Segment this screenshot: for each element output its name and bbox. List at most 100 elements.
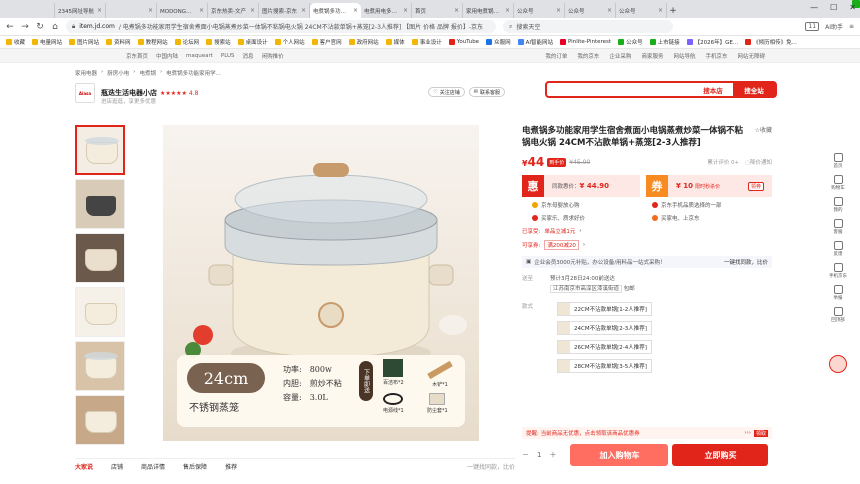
sidebar-item[interactable]: 举报	[833, 285, 843, 301]
jd-topbar-link[interactable]: 京东首页	[126, 52, 148, 60]
breadcrumb-item[interactable]: 家用电器	[75, 69, 97, 77]
contact-service-button[interactable]: ✉ 联系客服	[468, 87, 505, 97]
bookmark-item[interactable]: 《倾历相传》免...	[745, 38, 797, 46]
jd-topbar-link[interactable]: 手机京东	[705, 52, 727, 60]
quantity-value[interactable]: 1	[537, 451, 541, 459]
back-icon[interactable]: ←	[6, 22, 14, 32]
bookmark-item[interactable]: 电量网站	[32, 38, 62, 46]
detail-tab[interactable]: 售后保障	[183, 462, 207, 472]
bookmark-item[interactable]: 论坛网	[174, 38, 199, 46]
jd-topbar-link[interactable]: 我的订单	[545, 52, 567, 60]
tab-close-icon[interactable]: ×	[607, 7, 612, 14]
bookmark-item[interactable]: 媒体	[385, 38, 405, 46]
jd-topbar-link[interactable]: 网站导航	[673, 52, 695, 60]
review-count[interactable]: 累计评价 0+	[707, 158, 739, 166]
tab-close-icon[interactable]: ×	[505, 7, 510, 14]
browser-tab[interactable]: 图片搜索-京东 ×	[259, 0, 860, 18]
decrement-button[interactable]: －	[522, 450, 529, 460]
close-icon[interactable]: ✕	[849, 3, 856, 12]
delivery-address[interactable]: 江苏南京市高淳区漆溪街道	[550, 285, 623, 293]
jd-topbar-link[interactable]: 中国内陆	[156, 52, 178, 60]
breadcrumb-item[interactable]: 厨房小电	[107, 69, 129, 77]
ai-assistant-button[interactable]: AI助手	[825, 22, 843, 31]
bookmark-item[interactable]: 政府网站	[348, 38, 379, 46]
main-product-image[interactable]: 24cm 不锈钢蒸笼 功率: 800w 内胆: 煎炒不粘 容量: 3.0L 下单即送 百洁…	[163, 125, 479, 441]
get-coupon-button[interactable]: 领券	[747, 181, 764, 191]
bookmark-item[interactable]: Pinlite-Pinterest	[559, 39, 611, 45]
thumbnail[interactable]	[75, 341, 125, 391]
jd-topbar-link[interactable]: 闲购推价	[262, 52, 284, 60]
bookmark-item[interactable]: 公众号	[618, 38, 643, 46]
browser-tab[interactable]: 公众号 ×	[616, 0, 860, 18]
jd-topbar-link[interactable]: PLUS	[221, 53, 235, 59]
follow-shop-button[interactable]: ♡ 关注店铺	[428, 87, 465, 97]
jd-topbar-link[interactable]: 我的京东	[577, 52, 599, 60]
bookmark-item[interactable]: 众服网	[486, 38, 511, 46]
shop-logo[interactable]: Aiasa	[75, 83, 95, 103]
sidebar-item[interactable]: 反馈	[833, 241, 843, 257]
tab-close-icon[interactable]: ×	[301, 7, 306, 14]
spec-option[interactable]: 28CM不沾款单锅[3-5人推荐]	[557, 359, 652, 373]
sidebar-item[interactable]: 客服	[833, 219, 843, 235]
sidebar-item[interactable]: 回顶部	[831, 307, 845, 323]
home-icon[interactable]: ⌂	[51, 22, 59, 32]
tab-close-icon[interactable]: ×	[148, 7, 153, 14]
minimize-icon[interactable]: —	[810, 3, 818, 12]
add-to-cart-button[interactable]: 加入购物车	[570, 444, 669, 466]
tab-close-icon[interactable]: ×	[658, 7, 663, 14]
favorite-button[interactable]: ☆收藏	[755, 125, 772, 134]
spec-option[interactable]: 24CM不沾款单锅[2-3人推荐]	[557, 321, 652, 335]
shop-subtitle[interactable]: 进店逛逛，享更多优惠	[101, 97, 156, 105]
browser-tab[interactable]: 首页 ×	[412, 0, 860, 18]
bookmark-item[interactable]: 图片网站	[69, 38, 99, 46]
browser-tab[interactable]: 京东热卖-文产 ×	[208, 0, 860, 18]
bookmark-item[interactable]: 搜索站	[206, 38, 231, 46]
breadcrumb-item[interactable]: 电煮锅	[139, 69, 156, 77]
detail-tab[interactable]: 店铺	[111, 462, 123, 472]
detail-tab[interactable]: 大家说	[75, 462, 93, 472]
spec-option[interactable]: 26CM不沾款单锅[2-4人推荐]	[557, 340, 652, 354]
jd-topbar-link[interactable]: 消息	[243, 52, 254, 60]
sidebar-item[interactable]: 购物车	[831, 175, 845, 191]
detail-tab[interactable]: 推荐	[225, 462, 237, 472]
url-field[interactable]: 🔒︎ item.jd.com / 电煮锅多功能家用学生宿舍煮面小电锅蒸煮炒菜一体…	[66, 20, 496, 33]
thumbnail[interactable]	[75, 395, 125, 445]
detail-tab[interactable]: 商品详情	[141, 462, 165, 472]
bookmark-item[interactable]: AI智能网站	[517, 38, 553, 46]
bookmark-item[interactable]: 教程网站	[137, 38, 168, 46]
jd-topbar-link[interactable]: 商家服务	[641, 52, 663, 60]
claim-coupon-button[interactable]: 领取	[753, 429, 768, 437]
thumbnail[interactable]	[75, 233, 125, 283]
bookmark-item[interactable]: YouTube	[448, 39, 479, 45]
search-shop-button[interactable]: 搜本店	[693, 83, 733, 96]
buy-now-button[interactable]: 立即购买	[672, 444, 769, 466]
forward-icon[interactable]: →	[21, 22, 29, 32]
jd-topbar-link[interactable]: 网站无障碍	[737, 52, 765, 60]
browser-tab[interactable]	[4, 0, 860, 18]
tab-close-icon[interactable]: ×	[454, 7, 459, 14]
browser-tab[interactable]: 电煮锅多功能家 ×	[310, 0, 860, 18]
thumbnail[interactable]	[75, 287, 125, 337]
coupon-chip[interactable]: 满200减20	[544, 240, 579, 250]
bookmark-item[interactable]: 事业设计	[411, 38, 442, 46]
bookmark-item[interactable]: 上市链接	[649, 38, 680, 46]
plus-value[interactable]: 单品立减1元	[544, 227, 575, 235]
thumbnail[interactable]	[75, 125, 125, 175]
increment-button[interactable]: ＋	[549, 450, 556, 460]
find-similar-bottom-link[interactable]: 一键找同款，比价	[467, 462, 515, 472]
jd-topbar-link[interactable]: maqueart	[186, 53, 213, 59]
assistant-avatar[interactable]	[829, 355, 847, 373]
jd-topbar-link[interactable]: 企业采购	[609, 52, 631, 60]
new-tab-button[interactable]: +	[667, 3, 679, 18]
reload-icon[interactable]: ↻	[36, 22, 44, 32]
thumbnail[interactable]	[75, 179, 125, 229]
price-alert-button[interactable]: ◌降价通知	[745, 158, 772, 166]
window-count-badge[interactable]: 11	[805, 22, 820, 31]
browser-tab[interactable]: MODONG多功能×	[157, 0, 860, 18]
browser-tab[interactable]: 公众号 ×	[565, 0, 860, 18]
browser-tab[interactable]: ×	[106, 0, 860, 18]
browser-tab[interactable]: 2345网址导航 ×	[55, 0, 860, 18]
tab-close-icon[interactable]: ×	[97, 7, 102, 14]
tab-close-icon[interactable]: ×	[353, 7, 358, 14]
maximize-icon[interactable]: ☐	[830, 3, 837, 12]
